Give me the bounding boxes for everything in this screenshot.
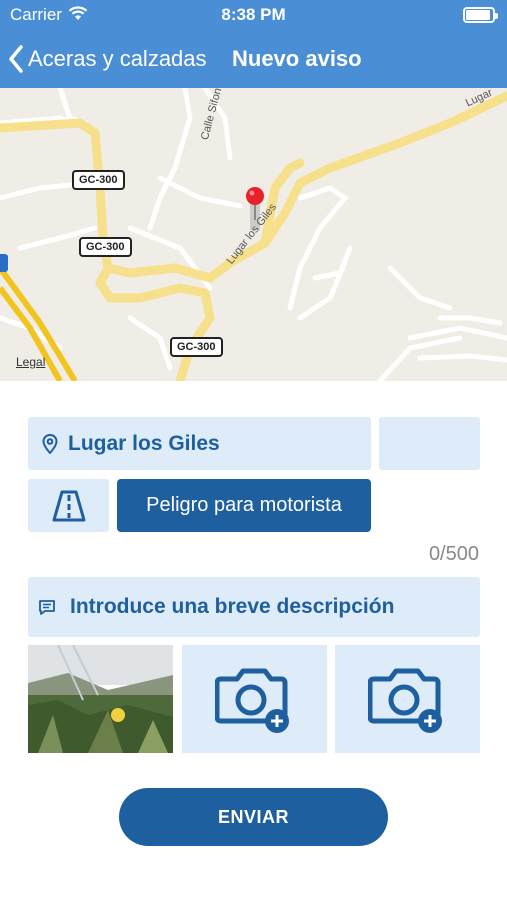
back-label: Aceras y calzadas xyxy=(28,46,207,71)
highway-shield-icon xyxy=(0,254,8,272)
add-photo-slot[interactable] xyxy=(335,645,480,753)
battery-icon xyxy=(463,7,498,23)
report-form: Lugar los Giles Peligro para motorista 0… xyxy=(0,381,507,900)
page-title: Nuevo aviso xyxy=(232,46,362,71)
send-button[interactable]: ENVIAR xyxy=(119,788,388,846)
location-text: Lugar los Giles xyxy=(68,431,220,455)
comment-icon xyxy=(39,599,55,615)
description-field[interactable]: Introduce una breve descripción xyxy=(28,577,480,637)
legal-link[interactable]: Legal xyxy=(16,355,45,369)
status-bar: Carrier 8:38 PM xyxy=(0,0,507,30)
chevron-left-icon xyxy=(9,45,23,73)
add-photo-camera-icon xyxy=(367,668,442,733)
category-button[interactable]: Peligro para motorista xyxy=(117,479,371,532)
char-counter: 0/500 xyxy=(428,543,479,565)
add-photo-slot[interactable] xyxy=(182,645,327,753)
location-extra-field[interactable] xyxy=(379,417,480,470)
category-icon-button[interactable] xyxy=(28,479,109,532)
description-placeholder: Introduce una breve descripción xyxy=(70,595,395,618)
road-shield: GC-300 xyxy=(72,170,125,190)
photo-thumbnail[interactable] xyxy=(28,645,173,753)
location-field[interactable]: Lugar los Giles xyxy=(28,417,371,470)
location-pin-icon xyxy=(42,433,58,454)
add-photo-camera-icon xyxy=(214,668,289,733)
back-button[interactable]: Aceras y calzadas xyxy=(8,42,207,76)
clock: 8:38 PM xyxy=(221,5,286,24)
road-shield: GC-300 xyxy=(79,237,132,257)
nav-bar: Aceras y calzadas Nuevo aviso xyxy=(0,30,507,88)
map-view[interactable]: GC-300 GC-300 GC-300 Lugar los Giles Cal… xyxy=(0,88,507,381)
road-icon xyxy=(52,490,85,521)
road-shield: GC-300 xyxy=(170,337,223,357)
